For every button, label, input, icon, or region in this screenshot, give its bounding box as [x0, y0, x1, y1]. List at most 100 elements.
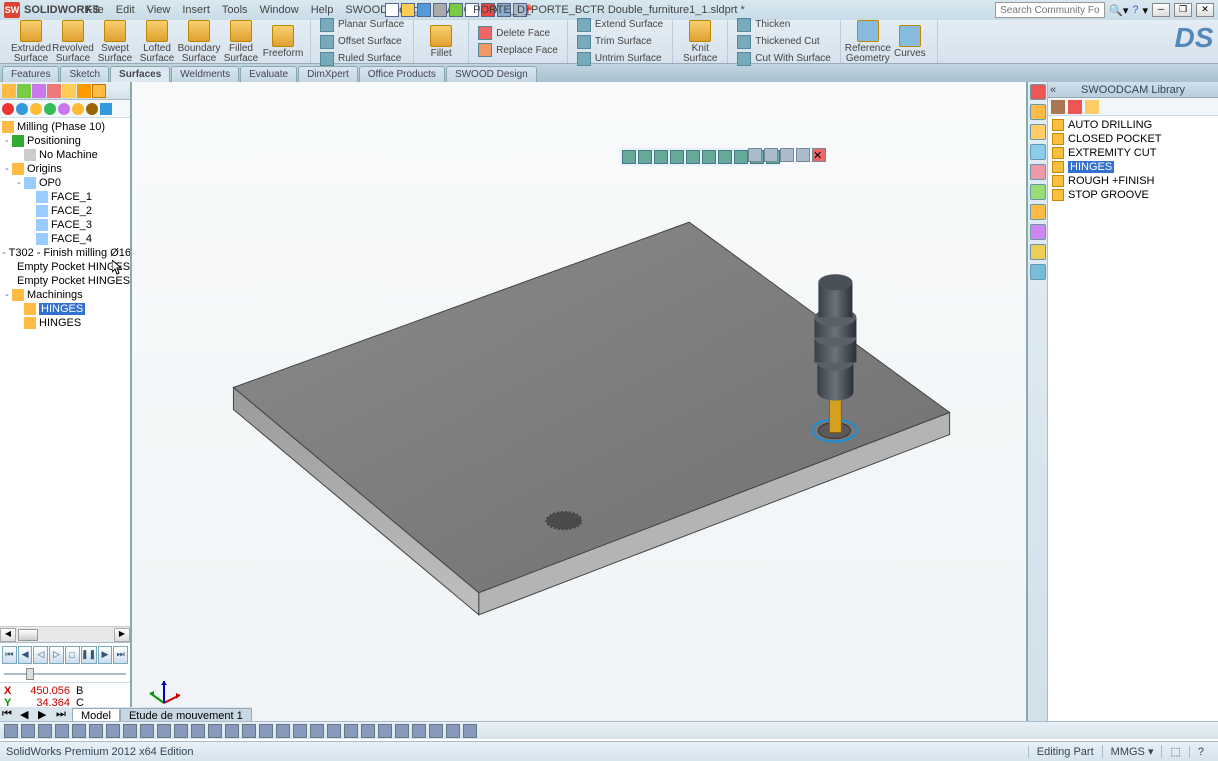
tb-ico-8[interactable] — [100, 103, 112, 115]
tab-features[interactable]: Features — [2, 66, 59, 82]
tp-extra3-icon[interactable] — [1030, 264, 1046, 280]
bt-ico[interactable] — [412, 724, 426, 738]
delete-face-button[interactable]: Delete Face — [475, 25, 561, 41]
bt-ico[interactable] — [174, 724, 188, 738]
tb-ico-6[interactable] — [72, 103, 84, 115]
bt-ico[interactable] — [157, 724, 171, 738]
library-list[interactable]: AUTO DRILLINGCLOSED POCKETEXTREMITY CUTH… — [1048, 116, 1218, 723]
bt-ico[interactable] — [4, 724, 18, 738]
dim-tab-icon[interactable] — [47, 84, 61, 98]
tp-file-explorer-icon[interactable] — [1030, 124, 1046, 140]
knit-surface-button[interactable]: Knit Surface — [679, 20, 721, 64]
tb-ico-7[interactable] — [86, 103, 98, 115]
tree-item[interactable]: -OP0 — [2, 176, 128, 190]
bt-ico[interactable] — [463, 724, 477, 738]
feature-tree[interactable]: Milling (Phase 10) -PositioningNo Machin… — [0, 118, 130, 626]
vp-close-icon[interactable]: ✕ — [812, 148, 826, 162]
stop-button[interactable]: □ — [65, 646, 80, 664]
tree-item[interactable]: HINGES — [2, 316, 128, 330]
thicken-button[interactable]: Thicken — [734, 17, 834, 33]
swept-surface-button[interactable]: Swept Surface — [94, 20, 136, 64]
extruded-surface-button[interactable]: Extruded Surface — [10, 20, 52, 64]
menu-window[interactable]: Window — [254, 4, 305, 16]
bt-ico[interactable] — [140, 724, 154, 738]
bt-ico[interactable] — [123, 724, 137, 738]
prev-view-icon[interactable] — [654, 150, 668, 164]
cut-with-surface-button[interactable]: Cut With Surface — [734, 51, 834, 67]
library-item[interactable]: AUTO DRILLING — [1050, 118, 1216, 132]
restore-icon[interactable]: ❐ — [1174, 3, 1192, 17]
scroll-thumb[interactable] — [18, 629, 38, 641]
menu-view[interactable]: View — [141, 4, 177, 16]
library-item[interactable]: CLOSED POCKET — [1050, 132, 1216, 146]
tb-ico-5[interactable] — [58, 103, 70, 115]
tree-item[interactable]: FACE_1 — [2, 190, 128, 204]
hide-show-icon[interactable] — [718, 150, 732, 164]
step-back-button[interactable]: ◁ — [33, 646, 48, 664]
help-icon[interactable]: ? — [1132, 4, 1138, 16]
library-item[interactable]: HINGES — [1050, 160, 1216, 174]
curves-button[interactable]: Curves — [889, 25, 931, 59]
status-extra-icon[interactable]: ⬚ — [1161, 745, 1188, 758]
tp-extra-icon[interactable] — [1030, 224, 1046, 240]
tree-item[interactable]: -T302 - Finish milling Ø16 — [2, 246, 128, 260]
tree-hscroll[interactable]: ◀ ▶ — [0, 626, 130, 642]
tb-ico-4[interactable] — [44, 103, 56, 115]
ruled-surface-button[interactable]: Ruled Surface — [317, 51, 407, 67]
display-style-icon[interactable] — [702, 150, 716, 164]
print-icon[interactable] — [433, 3, 447, 17]
cam-tab-icon[interactable] — [77, 84, 91, 98]
next-button[interactable]: ▶ — [98, 646, 113, 664]
tab-office-products[interactable]: Office Products — [359, 66, 445, 82]
tab-dimxpert[interactable]: DimXpert — [298, 66, 358, 82]
vp-ico-2[interactable] — [764, 148, 778, 162]
appearance-icon[interactable] — [734, 150, 748, 164]
tab-nav-last-icon[interactable]: ⏭ — [56, 708, 70, 722]
tb-ico-2[interactable] — [16, 103, 28, 115]
trim-surface-button[interactable]: Trim Surface — [574, 34, 666, 50]
disp-tab-icon[interactable] — [62, 84, 76, 98]
library-item[interactable]: STOP GROOVE — [1050, 188, 1216, 202]
library-item[interactable]: EXTREMITY CUT — [1050, 146, 1216, 160]
tab-nav-prev-icon[interactable]: ◀ — [20, 708, 34, 722]
bt-ico[interactable] — [276, 724, 290, 738]
save-icon[interactable] — [417, 3, 431, 17]
bt-ico[interactable] — [72, 724, 86, 738]
tab-nav-next-icon[interactable]: ▶ — [38, 708, 52, 722]
tab-weldments[interactable]: Weldments — [171, 66, 239, 82]
bt-ico[interactable] — [327, 724, 341, 738]
boundary-surface-button[interactable]: Boundary Surface — [178, 20, 220, 64]
reference-geometry-button[interactable]: Reference Geometry — [847, 20, 889, 64]
pause-button[interactable]: ❚❚ — [81, 646, 97, 664]
lofted-surface-button[interactable]: Lofted Surface — [136, 20, 178, 64]
lib-ico-2[interactable] — [1068, 100, 1082, 114]
pm-tab-icon[interactable] — [17, 84, 31, 98]
bt-ico[interactable] — [361, 724, 375, 738]
bt-ico[interactable] — [89, 724, 103, 738]
search-input[interactable] — [995, 2, 1105, 18]
tree-root[interactable]: Milling (Phase 10) — [2, 120, 128, 134]
undo-icon[interactable] — [449, 3, 463, 17]
menu-help[interactable]: Help — [305, 4, 340, 16]
bt-ico[interactable] — [293, 724, 307, 738]
offset-surface-button[interactable]: Offset Surface — [317, 34, 407, 50]
status-units[interactable]: MMGS ▾ — [1102, 745, 1162, 758]
bt-ico[interactable] — [21, 724, 35, 738]
fm-tab-icon[interactable] — [2, 84, 16, 98]
bt-ico[interactable] — [38, 724, 52, 738]
bt-ico[interactable] — [225, 724, 239, 738]
tree-item[interactable]: HINGES — [2, 302, 128, 316]
bt-ico[interactable] — [208, 724, 222, 738]
new-icon[interactable] — [385, 3, 399, 17]
vp-ico-1[interactable] — [748, 148, 762, 162]
zoom-fit-icon[interactable] — [622, 150, 636, 164]
bt-ico[interactable] — [259, 724, 273, 738]
search-icon[interactable]: 🔍▾ — [1109, 4, 1128, 17]
play-button[interactable]: ▷ — [49, 646, 64, 664]
replace-face-button[interactable]: Replace Face — [475, 42, 561, 58]
cam2-tab-icon[interactable] — [92, 84, 106, 98]
scroll-left-icon[interactable]: ◀ — [0, 628, 16, 642]
tree-item[interactable]: -Origins — [2, 162, 128, 176]
menu-edit[interactable]: Edit — [110, 4, 141, 16]
tp-appearances-icon[interactable] — [1030, 164, 1046, 180]
